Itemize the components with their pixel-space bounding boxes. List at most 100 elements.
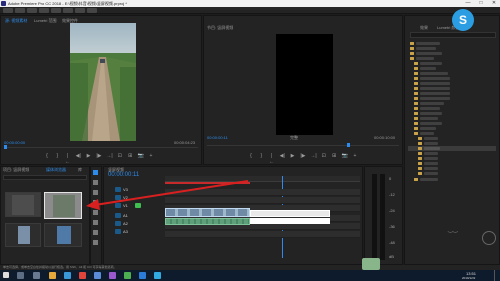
track-target-button[interactable] — [115, 203, 121, 208]
project-thumbnail[interactable] — [44, 223, 82, 247]
tab-lumetri-scopes[interactable]: Lumetri 范围 — [34, 18, 56, 24]
program-zoom-select[interactable]: 完整 — [290, 135, 298, 141]
go-to-out-button[interactable]: →| — [310, 153, 316, 160]
selection-tool-icon[interactable] — [93, 170, 98, 175]
track-target-button[interactable] — [115, 195, 121, 200]
tree-item[interactable] — [424, 162, 438, 165]
tree-item[interactable] — [420, 107, 440, 110]
mark-in-button[interactable]: { — [44, 153, 50, 160]
tree-item[interactable] — [420, 77, 450, 80]
timeline-timecode[interactable]: 00:00:00:11 — [108, 172, 139, 178]
ripple-edit-tool-icon[interactable] — [93, 190, 98, 195]
tree-item[interactable] — [416, 42, 440, 45]
extract-button[interactable]: ⊞ — [331, 153, 337, 160]
premiere-taskbar-icon[interactable] — [109, 272, 116, 279]
show-desktop-button[interactable] — [494, 270, 500, 281]
panel-menu-icon[interactable]: ‿‿ — [448, 226, 458, 233]
pen-tool-icon[interactable] — [93, 220, 98, 225]
track-target-button[interactable] — [115, 213, 121, 218]
tree-item[interactable] — [424, 172, 438, 175]
tree-item[interactable] — [424, 137, 438, 140]
app-icon-cyan[interactable] — [154, 272, 161, 279]
insert-button[interactable]: ⊡ — [117, 153, 123, 160]
track-lane-v2[interactable] — [165, 197, 360, 204]
tab-libraries[interactable]: 库 — [78, 167, 82, 173]
menu-item-file[interactable] — [3, 8, 13, 13]
project-thumbnail[interactable] — [5, 223, 41, 247]
app-icon-blue[interactable] — [94, 272, 101, 279]
source-time-ruler[interactable] — [4, 147, 198, 148]
audio-clip[interactable] — [165, 218, 250, 225]
effects-search-input[interactable] — [410, 32, 496, 38]
tree-item[interactable] — [420, 102, 444, 105]
video-clip-white[interactable] — [250, 210, 330, 217]
mark-in-button[interactable]: { — [248, 153, 254, 160]
app-icon-green[interactable] — [124, 272, 131, 279]
step-back-button[interactable]: ◀| — [75, 153, 81, 160]
tab-program[interactable]: 节目: 竖屏视频 — [207, 25, 233, 31]
source-video-frame[interactable] — [70, 23, 136, 141]
button-editor-button[interactable]: + — [352, 153, 358, 160]
source-playhead[interactable] — [4, 145, 7, 149]
export-frame-button[interactable]: 📷 — [342, 153, 348, 160]
slip-tool-icon[interactable] — [93, 210, 98, 215]
clock-date[interactable]: 2019/12/2 — [462, 276, 475, 280]
type-tool-icon[interactable] — [93, 240, 98, 245]
tree-item[interactable] — [420, 127, 436, 130]
track-select-tool-icon[interactable] — [93, 180, 98, 185]
program-playhead[interactable] — [347, 143, 350, 147]
play-button[interactable]: ▶ — [86, 153, 92, 160]
mark-out-button[interactable]: } — [258, 153, 264, 160]
project-search-input[interactable] — [3, 175, 87, 180]
track-output-toggle[interactable] — [135, 203, 141, 208]
tree-item[interactable] — [424, 157, 438, 160]
windows-start-icon[interactable] — [3, 272, 9, 278]
menu-item-marker[interactable] — [51, 8, 61, 13]
tree-item[interactable] — [424, 167, 438, 170]
export-frame-button[interactable]: 📷 — [138, 153, 144, 160]
step-forward-button[interactable]: |▶ — [96, 153, 102, 160]
tree-item[interactable] — [420, 67, 436, 70]
tree-item[interactable] — [424, 142, 438, 145]
video-clip[interactable] — [165, 208, 250, 217]
audio-clip-white[interactable] — [250, 218, 330, 224]
track-lane-a3[interactable] — [165, 231, 360, 238]
go-to-in-button[interactable]: |← — [65, 153, 71, 165]
menu-item-edit[interactable] — [15, 8, 25, 13]
program-time-ruler[interactable] — [207, 145, 399, 146]
source-playhead-timecode[interactable]: 00:00:00:00 — [4, 140, 25, 145]
tab-effects[interactable]: 效果 — [420, 25, 428, 31]
maximize-button[interactable]: □ — [475, 0, 487, 7]
tree-item[interactable] — [420, 122, 442, 125]
program-playhead-timecode[interactable]: 00:00:00:11 — [207, 135, 228, 140]
razor-tool-icon[interactable] — [93, 200, 98, 205]
program-video-frame[interactable] — [276, 34, 333, 135]
tree-item[interactable] — [424, 147, 440, 150]
track-lane-v3[interactable] — [165, 189, 360, 196]
lift-button[interactable]: ⊡ — [321, 153, 327, 160]
file-explorer-icon[interactable] — [49, 272, 56, 279]
input-method-badge[interactable] — [362, 258, 380, 270]
menu-item-help[interactable] — [87, 8, 97, 13]
track-target-button[interactable] — [115, 221, 121, 226]
menu-item-sequence[interactable] — [39, 8, 49, 13]
track-target-button[interactable] — [115, 229, 121, 234]
tree-item[interactable] — [420, 62, 442, 65]
step-forward-button[interactable]: |▶ — [300, 153, 306, 160]
tab-project[interactable]: 项目: 竖屏视频 — [3, 167, 29, 173]
search-icon[interactable] — [17, 272, 24, 279]
play-button[interactable]: ▶ — [290, 153, 296, 160]
button-editor-button[interactable]: + — [148, 153, 154, 160]
project-thumbnail[interactable] — [5, 192, 41, 217]
tree-item[interactable] — [416, 52, 442, 55]
menu-item-window[interactable] — [75, 8, 85, 13]
minimize-button[interactable]: — — [462, 0, 474, 7]
mark-out-button[interactable]: } — [54, 153, 60, 160]
app-icon-blue-2[interactable] — [139, 272, 146, 279]
menu-item-clip[interactable] — [27, 8, 37, 13]
tree-item[interactable] — [420, 132, 434, 135]
tree-item[interactable] — [420, 92, 450, 95]
tree-item[interactable] — [420, 178, 438, 181]
tree-item[interactable] — [420, 117, 438, 120]
close-button[interactable]: ✕ — [488, 0, 500, 7]
